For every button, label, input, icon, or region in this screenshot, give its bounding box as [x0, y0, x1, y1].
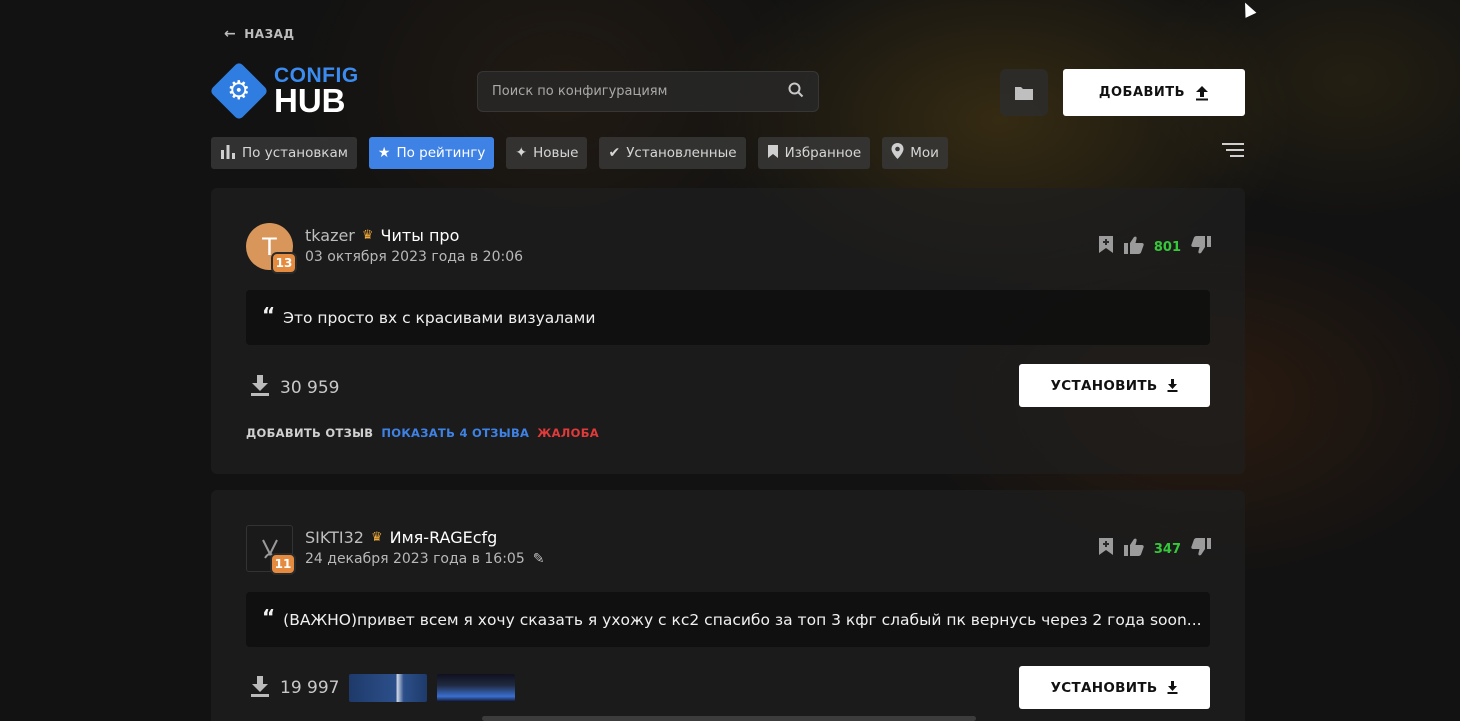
search-input[interactable]: [492, 84, 788, 99]
vote-controls: 801: [1098, 235, 1211, 259]
download-icon: [1167, 681, 1178, 694]
logo-gear-icon: ⚙: [209, 61, 269, 121]
description-text: Это просто вх с красивами визуалами: [283, 308, 596, 327]
download-count: 19 997: [250, 674, 516, 702]
upload-icon: [1196, 85, 1209, 100]
bookmark-add-icon[interactable]: [1098, 235, 1114, 259]
vote-controls: 347: [1098, 537, 1211, 561]
download-icon: [1167, 379, 1178, 392]
tab-favorites[interactable]: Избранное: [757, 137, 871, 169]
tab-label: По установкам: [242, 145, 348, 161]
bookmark-add-icon[interactable]: [1098, 537, 1114, 561]
add-label: ДОБАВИТЬ: [1098, 85, 1186, 100]
add-config-button[interactable]: ДОБАВИТЬ: [1063, 69, 1245, 116]
check-icon: ✔: [608, 145, 621, 161]
tab-by-rating[interactable]: ★ По рейтингу: [368, 137, 495, 169]
sparkle-icon: ✦: [515, 145, 528, 161]
avatar[interactable]: 11: [246, 525, 296, 575]
tab-label: Установленные: [626, 145, 737, 161]
tab-label: Новые: [533, 145, 579, 161]
screenshot-thumbnail[interactable]: [437, 674, 516, 702]
config-date: 03 октября 2023 года в 20:06: [305, 249, 523, 265]
bookmark-icon: [767, 144, 779, 163]
download-count: 30 959: [250, 374, 339, 401]
tab-new[interactable]: ✦ Новые: [506, 137, 588, 169]
search-icon[interactable]: [788, 82, 804, 102]
thumbs-up-icon[interactable]: [1123, 538, 1144, 561]
rating-count: 347: [1153, 541, 1181, 557]
thumbs-down-icon[interactable]: [1191, 537, 1211, 561]
config-name: Имя-RAGEcfg: [389, 528, 498, 547]
thumbs-up-icon[interactable]: [1123, 236, 1144, 259]
level-badge: 13: [271, 252, 297, 274]
install-button[interactable]: УСТАНОВИТЬ: [1019, 364, 1210, 407]
downloads-value: 30 959: [280, 377, 340, 398]
review-actions: ДОБАВИТЬ ОТЗЫВ ПОКАЗАТЬ 4 ОТЗЫВА ЖАЛОБА: [246, 426, 599, 440]
tab-by-installs[interactable]: По установкам: [211, 137, 357, 169]
quote-icon: “: [262, 302, 276, 327]
tab-label: Мои: [910, 145, 939, 161]
add-review-link[interactable]: ДОБАВИТЬ ОТЗЫВ: [246, 426, 373, 440]
rating-count: 801: [1153, 239, 1181, 255]
back-link[interactable]: ← НАЗАД: [224, 26, 295, 42]
tab-mine[interactable]: Мои: [882, 137, 948, 169]
downloads-value: 19 997: [280, 678, 340, 698]
folder-icon: [1015, 86, 1033, 100]
install-button[interactable]: УСТАНОВИТЬ: [1019, 666, 1210, 709]
config-card: 11 SIKTI32 ♛ Имя-RAGEcfg 24 декабря 2023…: [211, 490, 1245, 721]
pencil-icon: ✎: [532, 551, 545, 567]
crown-icon: ♛: [370, 530, 383, 545]
install-label: УСТАНОВИТЬ: [1050, 679, 1158, 696]
screenshot-thumbnail[interactable]: [349, 674, 428, 702]
download-icon: [250, 374, 270, 401]
date-text: 24 декабря 2023 года в 16:05: [305, 551, 525, 567]
download-icon: [250, 675, 270, 702]
author-name[interactable]: tkazer: [305, 226, 355, 245]
back-label: НАЗАД: [244, 27, 295, 41]
tab-label: Избранное: [784, 145, 862, 161]
config-description: “ (ВАЖНО)привет всем я хочу сказать я ух…: [246, 592, 1210, 647]
tab-label: По рейтингу: [396, 145, 486, 161]
avatar[interactable]: T 13: [246, 223, 297, 274]
date-text: 03 октября 2023 года в 20:06: [305, 249, 524, 265]
arrow-left-icon: ←: [224, 26, 237, 42]
crown-icon: ♛: [361, 228, 374, 243]
logo[interactable]: ⚙ CONFIG HUB: [209, 61, 359, 121]
star-icon: ★: [377, 145, 391, 161]
config-date: 24 декабря 2023 года в 16:05 ✎: [305, 551, 544, 567]
search-box[interactable]: [477, 71, 819, 112]
sort-tabs: По установкам ★ По рейтингу ✦ Новые ✔ Ус…: [211, 137, 948, 169]
author-name[interactable]: SIKTI32: [305, 528, 364, 547]
bar-chart-icon: [220, 144, 236, 163]
report-link[interactable]: ЖАЛОБА: [537, 426, 599, 440]
folder-button[interactable]: [1000, 69, 1048, 116]
quote-icon: “: [262, 604, 276, 629]
filter-menu-icon[interactable]: [1222, 143, 1244, 161]
thumbs-down-icon[interactable]: [1191, 235, 1211, 259]
level-badge: 11: [270, 553, 296, 575]
description-text: (ВАЖНО)привет всем я хочу сказать я ухож…: [283, 610, 1202, 629]
pin-icon: [891, 143, 904, 163]
config-description: “ Это просто вх с красивами визуалами: [246, 290, 1210, 345]
horizontal-scrollbar[interactable]: [482, 716, 976, 721]
logo-text-bottom: HUB: [274, 82, 346, 119]
config-card: T 13 tkazer ♛ Читы про 03 октября 2023 г…: [211, 188, 1245, 474]
tab-installed[interactable]: ✔ Установленные: [599, 137, 746, 169]
mouse-cursor-icon: [1239, 0, 1257, 18]
install-label: УСТАНОВИТЬ: [1050, 377, 1158, 394]
config-name: Читы про: [380, 226, 460, 245]
show-reviews-link[interactable]: ПОКАЗАТЬ 4 ОТЗЫВА: [381, 426, 529, 440]
